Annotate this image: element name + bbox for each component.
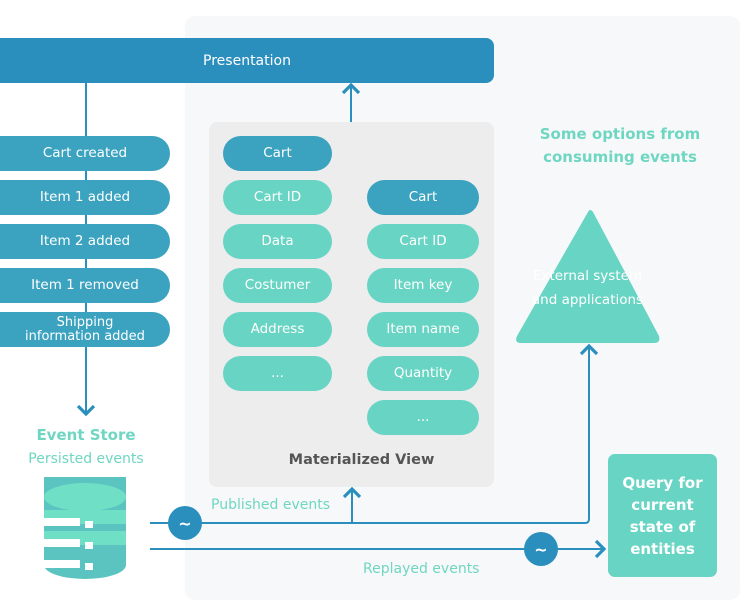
event-item1-removed: Item 1 removed <box>0 268 170 303</box>
right-field: Item name <box>367 312 479 347</box>
published-events-label: Published events <box>211 497 331 513</box>
left-entity-header: Cart <box>223 136 332 171</box>
external-systems-label: External system and applications <box>531 268 644 308</box>
event-shipping-added: Shipping information added <box>0 312 170 347</box>
right-field: Quantity <box>367 356 479 391</box>
tilde-icon: ~ <box>524 532 558 566</box>
presentation-layer: Presentation <box>0 38 494 83</box>
right-field: Item key <box>367 268 479 303</box>
event-item1-added: Item 1 added <box>0 180 170 215</box>
event-store-title: Event Store <box>36 426 136 444</box>
event-cart-created: Cart created <box>0 136 170 171</box>
query-state-label: Query for current state of entities <box>622 473 703 558</box>
left-field: Data <box>223 224 332 259</box>
database-icon <box>44 477 126 579</box>
right-entity-header: Cart <box>367 180 479 215</box>
event-item2-added: Item 2 added <box>0 224 170 259</box>
event-store-subtitle: Persisted events <box>28 451 144 467</box>
left-field: Costumer <box>223 268 332 303</box>
replayed-events-label: Replayed events <box>363 561 480 577</box>
right-field: ... <box>367 400 479 435</box>
tilde-icon: ~ <box>168 506 202 540</box>
left-field: Address <box>223 312 332 347</box>
options-heading: Some options from consuming events <box>539 125 701 166</box>
query-state-box: Query for current state of entities <box>608 454 717 577</box>
right-field: Cart ID <box>367 224 479 259</box>
left-field: Cart ID <box>223 180 332 215</box>
left-field: ... <box>223 356 332 391</box>
materialized-view-title: Materialized View <box>288 452 435 468</box>
